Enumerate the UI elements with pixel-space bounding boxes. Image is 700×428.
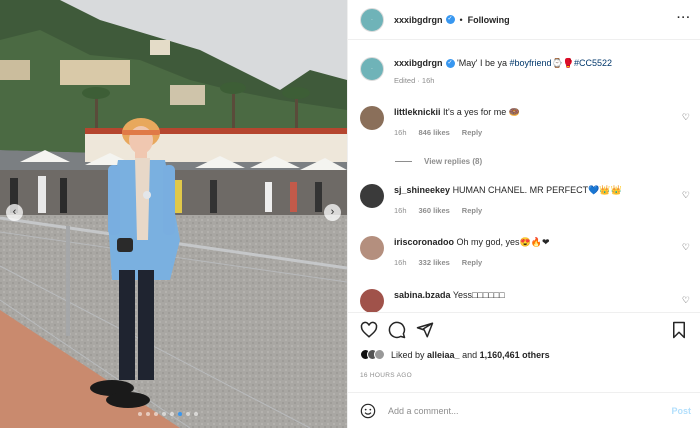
caption-text: xxxibgdrgn ✓ 'May' I be ya #boyfriend⌚🥊#C…: [394, 57, 612, 87]
caption-username[interactable]: xxxibgdrgn: [394, 58, 443, 68]
avatar-mark: ·: [371, 16, 373, 23]
carousel-dot: [154, 412, 158, 416]
carousel-prev-button[interactable]: ‹: [6, 204, 23, 221]
verified-badge-icon: ✓: [445, 15, 455, 24]
comment-input[interactable]: [388, 405, 648, 416]
commenter-username[interactable]: iriscoronadoo: [394, 237, 454, 247]
caption-avatar[interactable]: ·: [360, 57, 384, 81]
comment-likes[interactable]: 360 likes: [419, 205, 450, 217]
commenter-avatar[interactable]: [360, 236, 384, 260]
commenter-avatar[interactable]: [360, 106, 384, 130]
comment-text: HUMAN CHANEL. MR PERFECT💙👑👑: [452, 185, 622, 195]
carousel-dot: [162, 412, 166, 416]
post-actions-bar: [348, 312, 700, 346]
carousel-dot: [194, 412, 198, 416]
comment-body: iriscoronadoo Oh my god, yes😍🔥❤ 16h 332 …: [394, 236, 684, 269]
carousel-indicator: [138, 412, 198, 416]
likes-count[interactable]: 1,160,461 others: [480, 350, 550, 360]
post-header: · xxxibgdrgn ✓ • Following ···: [348, 0, 700, 40]
separator-dot: •: [459, 14, 463, 25]
liker-avatar: [374, 349, 385, 360]
comment-item: littleknickii It's a yes for me 🍩 16h 84…: [360, 106, 700, 139]
heart-icon[interactable]: [360, 321, 378, 339]
view-replies-button[interactable]: View replies (8): [395, 157, 482, 166]
reply-button[interactable]: Reply: [462, 205, 482, 217]
carousel-dot: [146, 412, 150, 416]
comment-text: Oh my god, yes😍🔥❤: [456, 237, 550, 247]
commenter-avatar[interactable]: [360, 289, 384, 312]
hashtag-boyfriend[interactable]: #boyfriend: [510, 58, 552, 68]
carousel-next-button[interactable]: ›: [324, 204, 341, 221]
verified-badge-icon: ✓: [445, 59, 455, 69]
carousel-dot: [138, 412, 142, 416]
comment-time: 16h: [394, 128, 407, 137]
comment-meta: 16h 360 likes Reply: [394, 205, 684, 217]
commenter-username[interactable]: sj_shineekey: [394, 185, 450, 195]
comment-meta: 16h 332 likes Reply: [394, 257, 684, 269]
author-username[interactable]: xxxibgdrgn: [394, 15, 443, 25]
post-dialog: ‹ › · xxxibgdrgn ✓ • Following ··· · xxx…: [0, 0, 700, 428]
likes-connector: and: [459, 349, 480, 360]
comment-like-icon[interactable]: ♡: [682, 112, 690, 123]
comment-item: sj_shineekey HUMAN CHANEL. MR PERFECT💙👑👑…: [360, 184, 700, 217]
emoji-icon[interactable]: [360, 403, 376, 419]
caption-emojis: ⌚🥊: [551, 58, 574, 68]
likes-prefix: Liked by: [391, 349, 428, 360]
comment-item: iriscoronadoo Oh my god, yes😍🔥❤ 16h 332 …: [360, 236, 700, 269]
likes-summary: Liked by alleiaa_ and 1,160,461 others: [360, 349, 550, 360]
carousel-dot: [178, 412, 182, 416]
comment-like-icon[interactable]: ♡: [682, 295, 690, 306]
view-replies-label: View replies (8): [424, 157, 483, 166]
comment-like-icon[interactable]: ♡: [682, 190, 690, 201]
replies-line: [395, 161, 412, 162]
likes-text: Liked by alleiaa_ and 1,160,461 others: [391, 350, 550, 360]
hashtag-cc5522[interactable]: #CC5522: [574, 58, 612, 68]
commenter-username[interactable]: littleknickii: [394, 107, 441, 117]
carousel-dot: [186, 412, 190, 416]
author-avatar[interactable]: ·: [360, 7, 384, 32]
post-timestamp[interactable]: 16 HOURS AGO: [360, 372, 412, 379]
carousel-dot: [170, 412, 174, 416]
comment-body: sj_shineekey HUMAN CHANEL. MR PERFECT💙👑👑…: [394, 184, 684, 217]
comment-icon[interactable]: [388, 321, 406, 339]
comment-body: littleknickii It's a yes for me 🍩 16h 84…: [394, 106, 684, 139]
comment-likes[interactable]: 332 likes: [419, 257, 450, 269]
add-comment-bar: Post: [348, 392, 700, 428]
post-comment-button[interactable]: Post: [671, 406, 691, 416]
comment-meta: 16h 846 likes Reply: [394, 127, 684, 139]
caption-body: 'May' I be ya: [457, 58, 510, 68]
comment-like-icon[interactable]: ♡: [682, 242, 690, 253]
comment-body: sabina.bzada Yess□□□□□□: [394, 289, 684, 312]
edited-label: Edited · 16h: [394, 76, 435, 85]
photo-scene: [0, 0, 347, 428]
liker-username[interactable]: alleiaa_: [427, 350, 460, 360]
avatar-mark: ·: [371, 66, 373, 72]
share-icon[interactable]: [416, 321, 434, 339]
more-options-icon[interactable]: ···: [677, 12, 691, 24]
post-caption: · xxxibgdrgn ✓ 'May' I be ya #boyfriend⌚🥊…: [360, 57, 690, 87]
commenter-username[interactable]: sabina.bzada: [394, 290, 451, 300]
commenter-avatar[interactable]: [360, 184, 384, 208]
comments-area[interactable]: · xxxibgdrgn ✓ 'May' I be ya #boyfriend⌚🥊…: [348, 40, 700, 312]
comment-item: sabina.bzada Yess□□□□□□ ♡: [360, 289, 700, 312]
post-side-panel: · xxxibgdrgn ✓ • Following ··· · xxxibgd…: [347, 0, 700, 428]
reply-button[interactable]: Reply: [462, 127, 482, 139]
comment-text: Yess□□□□□□: [452, 290, 505, 300]
comment-time: 16h: [394, 206, 407, 215]
following-button[interactable]: Following: [468, 15, 510, 25]
post-photo[interactable]: ‹ ›: [0, 0, 347, 428]
comment-text: It's a yes for me 🍩: [443, 107, 520, 117]
comment-likes[interactable]: 846 likes: [419, 127, 450, 139]
reply-button[interactable]: Reply: [462, 257, 482, 269]
bookmark-icon[interactable]: [670, 321, 688, 339]
comment-time: 16h: [394, 258, 407, 267]
